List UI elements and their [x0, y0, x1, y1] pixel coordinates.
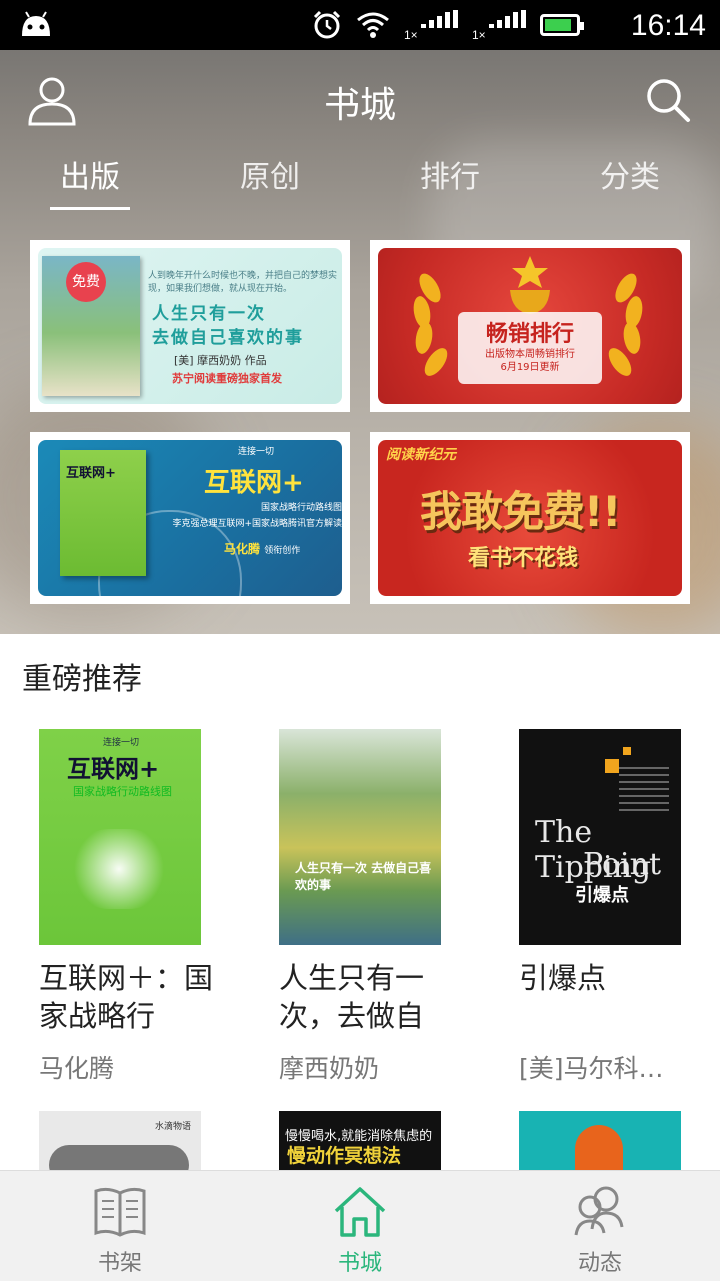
banner-line: 李克强总理互联网+国家战略腾讯官方解读 [172, 519, 342, 529]
banner-update: 6月19日更新 [500, 362, 560, 373]
banner-author-name: 马化腾 [224, 542, 261, 556]
banner-image: 阅读新纪元 我敢免费!! 看书不花钱 [378, 440, 682, 596]
tab-ranking[interactable]: 排行 [360, 150, 540, 210]
book-author: 摩西奶奶 [279, 1054, 380, 1083]
sim1-label: 1× [404, 28, 418, 42]
banner-line: 国家战略行动路线图 [260, 503, 342, 513]
home-icon [334, 1187, 386, 1237]
search-icon[interactable] [640, 72, 696, 128]
section-title: 重磅推荐 [22, 662, 142, 697]
cover-art [623, 747, 631, 755]
banner-bestseller[interactable]: 畅销排行 出版物本周畅销排行 6月19日更新 [370, 240, 690, 412]
signal-icon: 1× [404, 8, 458, 42]
tab-bar: 出版 原创 排行 分类 [0, 150, 720, 210]
android-icon [22, 11, 50, 36]
tab-original[interactable]: 原创 [180, 150, 360, 210]
tab-publishing[interactable]: 出版 [0, 150, 180, 210]
nav-label: 书架 [97, 1251, 142, 1276]
banner-title-line: 去做自己喜欢的事 [152, 328, 304, 348]
book-title[interactable]: 互联网＋：国家战略行 [39, 959, 229, 1035]
book-title[interactable]: 引爆点 [519, 959, 709, 1035]
cover-title: 互联网+ [67, 755, 160, 783]
page-title: 书城 [323, 85, 396, 126]
nav-bookstore[interactable]: 书城 [240, 1171, 480, 1281]
banner-author-suffix: 领衔创作 [264, 546, 301, 556]
alarm-icon [313, 10, 341, 39]
banner-author: [美] 摩西奶奶 作品 [174, 354, 267, 367]
cover-title: 人生只有一次 去做自己喜欢的事 [295, 861, 432, 892]
bookshelf-icon [94, 1187, 146, 1237]
wifi-icon [357, 12, 389, 38]
banner-title-line: 人生只有一次 [152, 304, 266, 324]
friends-icon [574, 1186, 624, 1236]
banner-description: 国家战略行动路线图 李克强总理互联网+国家战略腾讯官方解读 [162, 500, 342, 532]
cover-art [605, 759, 619, 773]
cover-text: 连接一切 [103, 738, 140, 748]
sim2-label: 1× [472, 28, 486, 42]
cover-art [619, 767, 669, 815]
book-cover: 互联网+ [60, 450, 146, 576]
nav-label: 书城 [337, 1251, 382, 1276]
book-card[interactable]: 连接一切 互联网+ 国家战略行动路线图 互联网＋：国家战略行 马化腾 [39, 729, 229, 1085]
cover-title: 慢动作冥想法 [287, 1145, 402, 1167]
bottom-nav: 书架 书城 动态 [0, 1170, 720, 1281]
banner-image: 免费 人到晚年开什么时候也不晚，并把自己的梦想实现，如果我们想做，就从现在开始。… [38, 248, 342, 404]
cover-art [49, 1145, 189, 1171]
signal-icon: 1× [472, 8, 526, 42]
battery-icon [540, 14, 584, 36]
banner-title: 畅销排行 [485, 322, 574, 347]
banner-title: 互联网+ [204, 468, 304, 498]
banner-author: 马化腾 领衔创作 [224, 540, 300, 557]
book-cover-title: 互联网+ [66, 466, 116, 481]
book-card[interactable]: 人生只有一次 去做自己喜欢的事 人生只有一次，去做自 摩西奶奶 [279, 729, 469, 1085]
book-cover[interactable]: 水滴物语 [39, 1111, 201, 1171]
book-author: 马化腾 [39, 1054, 115, 1083]
nav-activity[interactable]: 动态 [480, 1171, 720, 1281]
cover-text: 水滴物语 [154, 1122, 191, 1132]
banner-subtitle: 出版物本周畅销排行 [485, 349, 575, 360]
bestseller-label: 畅销排行 出版物本周畅销排行 6月19日更新 [458, 312, 602, 384]
book-author: [美]马尔科… [519, 1054, 664, 1083]
banner-internet-plus[interactable]: 互联网+ 连接一切 互联网+ 国家战略行动路线图 李克强总理互联网+国家战略腾讯… [30, 432, 350, 604]
banner-title: 我敢免费!! [420, 487, 621, 536]
status-bar: 1× 1× 16:14 [0, 0, 720, 50]
cover-art [69, 829, 169, 909]
banner-free-reading[interactable]: 阅读新纪元 我敢免费!! 看书不花钱 [370, 432, 690, 604]
cover-title: Point [583, 847, 662, 882]
book-cover[interactable]: 连接一切 互联网+ 国家战略行动路线图 [39, 729, 201, 945]
banner-top-text: 连接一切 [238, 447, 275, 457]
nav-label: 动态 [577, 1251, 622, 1276]
book-cover[interactable]: 人生只有一次 去做自己喜欢的事 [279, 729, 441, 945]
cover-title-cn: 引爆点 [575, 885, 629, 906]
book-title[interactable]: 人生只有一次，去做自 [279, 959, 469, 1035]
book-cover[interactable]: The Tipping Point 引爆点 [519, 729, 681, 945]
banner-description: 人到晚年开什么时候也不晚，并把自己的梦想实现，如果我们想做，就从现在开始。 [148, 271, 338, 294]
banner-moses-book[interactable]: 免费 人到晚年开什么时候也不晚，并把自己的梦想实现，如果我们想做，就从现在开始。… [30, 240, 350, 412]
book-card[interactable]: The Tipping Point 引爆点 引爆点 [美]马尔科… [519, 729, 709, 1085]
banner-image: 畅销排行 出版物本周畅销排行 6月19日更新 [378, 248, 682, 404]
banner-title: 人生只有一次 去做自己喜欢的事 [152, 302, 304, 350]
tab-category[interactable]: 分类 [540, 150, 720, 210]
nav-bookshelf[interactable]: 书架 [0, 1171, 240, 1281]
cover-subtitle: 国家战略行动路线图 [73, 785, 172, 798]
book-cover[interactable]: 慢慢喝水,就能消除焦虑的 慢动作冥想法 [279, 1111, 441, 1171]
free-badge: 免费 [66, 262, 106, 302]
cover-art [575, 1125, 623, 1171]
banner-tagline: 苏宁阅读重磅独家首发 [172, 372, 282, 385]
status-time: 16:14 [630, 9, 706, 42]
book-cover[interactable] [519, 1111, 681, 1171]
banner-brand: 阅读新纪元 [386, 447, 456, 463]
banner-subtitle: 看书不花钱 [468, 546, 579, 571]
status-icons: 1× 1× [312, 8, 584, 42]
app-bar: 书城 [0, 50, 720, 150]
banner-image: 互联网+ 连接一切 互联网+ 国家战略行动路线图 李克强总理互联网+国家战略腾讯… [38, 440, 342, 596]
